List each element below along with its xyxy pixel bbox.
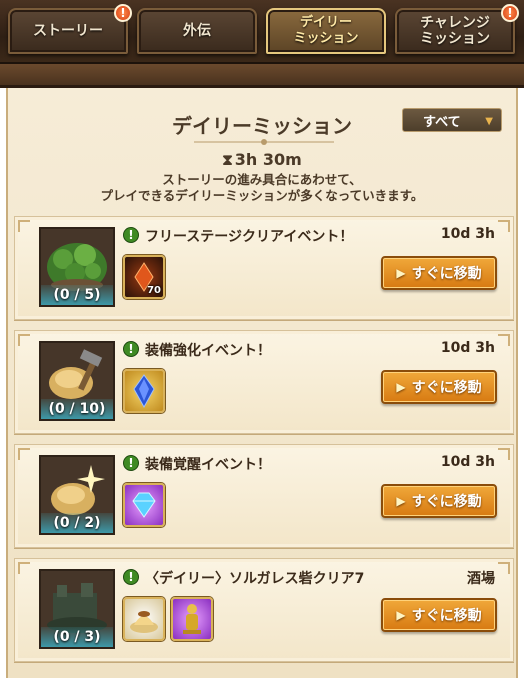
play-arrow-icon: ▶ [396, 266, 406, 280]
gold-sparkle-icon: (0 / 2) [39, 455, 115, 535]
go-now-button[interactable]: ▶ すぐに移動 [381, 598, 497, 632]
tab-challenge-mission[interactable]: チャレンジ ミッション ! [395, 4, 519, 54]
forest-icon: (0 / 5) [39, 227, 115, 307]
tab-daily-mission[interactable]: デイリー ミッション [266, 8, 386, 54]
go-now-label: すぐに移動 [411, 380, 482, 396]
fortress-icon: (0 / 3) [39, 569, 115, 649]
description-line2: プレイできるデイリーミッションが多くなっていきます。 [100, 188, 424, 203]
go-now-label: すぐに移動 [411, 608, 482, 624]
pudding-icon[interactable] [123, 597, 165, 641]
tab-challenge-line1: チャレンジ [420, 15, 490, 31]
go-now-label: すぐに移動 [411, 266, 482, 282]
title-ornament [194, 139, 334, 145]
gold-hammer-icon: (0 / 10) [39, 341, 115, 421]
wood-strip [0, 64, 524, 88]
progress-counter: (0 / 2) [41, 513, 113, 533]
tab-bar: ストーリー ! 外伝 デイリー ミッション チャレンジ ミッション ! [0, 0, 524, 64]
mission-time: 10d 3h [440, 340, 495, 356]
go-now-button[interactable]: ▶ すぐに移動 [381, 484, 497, 518]
mission-card: (0 / 10) ! 装備強化イベント！ 10d 3h ▶ すぐに移動 [14, 330, 514, 434]
progress-counter: (0 / 3) [41, 627, 113, 647]
notification-badge: ! [114, 4, 132, 22]
description-line1: ストーリーの進み具合にあわせて、 [162, 172, 362, 187]
progress-counter: (0 / 10) [41, 399, 113, 419]
fire-crystal-icon[interactable]: 70 [123, 255, 165, 299]
tab-daily-line1: デイリー [299, 15, 352, 30]
mission-time: 10d 3h [440, 226, 495, 242]
mission-card: (0 / 3) ! 〈デイリー〉ソルガレス砦クリア7 酒場 ▶ すぐに移動 [14, 558, 514, 662]
mission-location: 酒場 [467, 571, 495, 587]
timer-value: 3h 30m [234, 150, 302, 169]
mission-title: 装備覚醒イベント！ [145, 457, 271, 473]
tab-story-label: ストーリー [33, 23, 103, 39]
alert-icon: ! [123, 569, 139, 585]
filter-dropdown[interactable]: すべて ▼ [402, 108, 502, 132]
tab-challenge-line2: ミッション [420, 31, 490, 47]
alert-icon: ! [123, 455, 139, 471]
go-now-label: すぐに移動 [411, 494, 482, 510]
play-arrow-icon: ▶ [396, 608, 406, 622]
tab-side-story[interactable]: 外伝 [137, 8, 257, 54]
blue-gem-icon[interactable] [123, 369, 165, 413]
description: ストーリーの進み具合にあわせて、 プレイできるデイリーミッションが多くなっていき… [8, 172, 516, 204]
mission-card: (0 / 5) ! フリーステージクリアイベント！ 10d 3h 70 ▶ すぐ… [14, 216, 514, 320]
diamond-icon[interactable] [123, 483, 165, 527]
tab-side-story-label: 外伝 [183, 23, 211, 39]
mission-card: (0 / 2) ! 装備覚醒イベント！ 10d 3h ▶ すぐに移動 [14, 444, 514, 548]
tab-daily-line2: ミッション [293, 31, 359, 46]
gold-statue-icon[interactable] [171, 597, 213, 641]
mission-title: 装備強化イベント！ [145, 343, 271, 359]
alert-icon: ! [123, 341, 139, 357]
mission-title: フリーステージクリアイベント！ [145, 229, 354, 245]
reward-count: 70 [147, 285, 161, 296]
chevron-down-icon: ▼ [485, 116, 493, 127]
mission-title: 〈デイリー〉ソルガレス砦クリア7 [145, 571, 365, 587]
play-arrow-icon: ▶ [396, 494, 406, 508]
hourglass-icon: ⧗ [222, 151, 233, 169]
mission-time: 10d 3h [440, 454, 495, 470]
tab-story[interactable]: ストーリー ! [8, 4, 132, 54]
go-now-button[interactable]: ▶ すぐに移動 [381, 370, 497, 404]
go-now-button[interactable]: ▶ すぐに移動 [381, 256, 497, 290]
progress-counter: (0 / 5) [41, 285, 113, 305]
notification-badge: ! [501, 4, 519, 22]
play-arrow-icon: ▶ [396, 380, 406, 394]
filter-label: すべて [423, 114, 461, 130]
mission-panel: デイリーミッション すべて ▼ ⧗ 3h 30m ストーリーの進み具合にあわせて、… [6, 88, 518, 678]
alert-icon: ! [123, 227, 139, 243]
reset-timer: ⧗ 3h 30m [8, 150, 516, 169]
